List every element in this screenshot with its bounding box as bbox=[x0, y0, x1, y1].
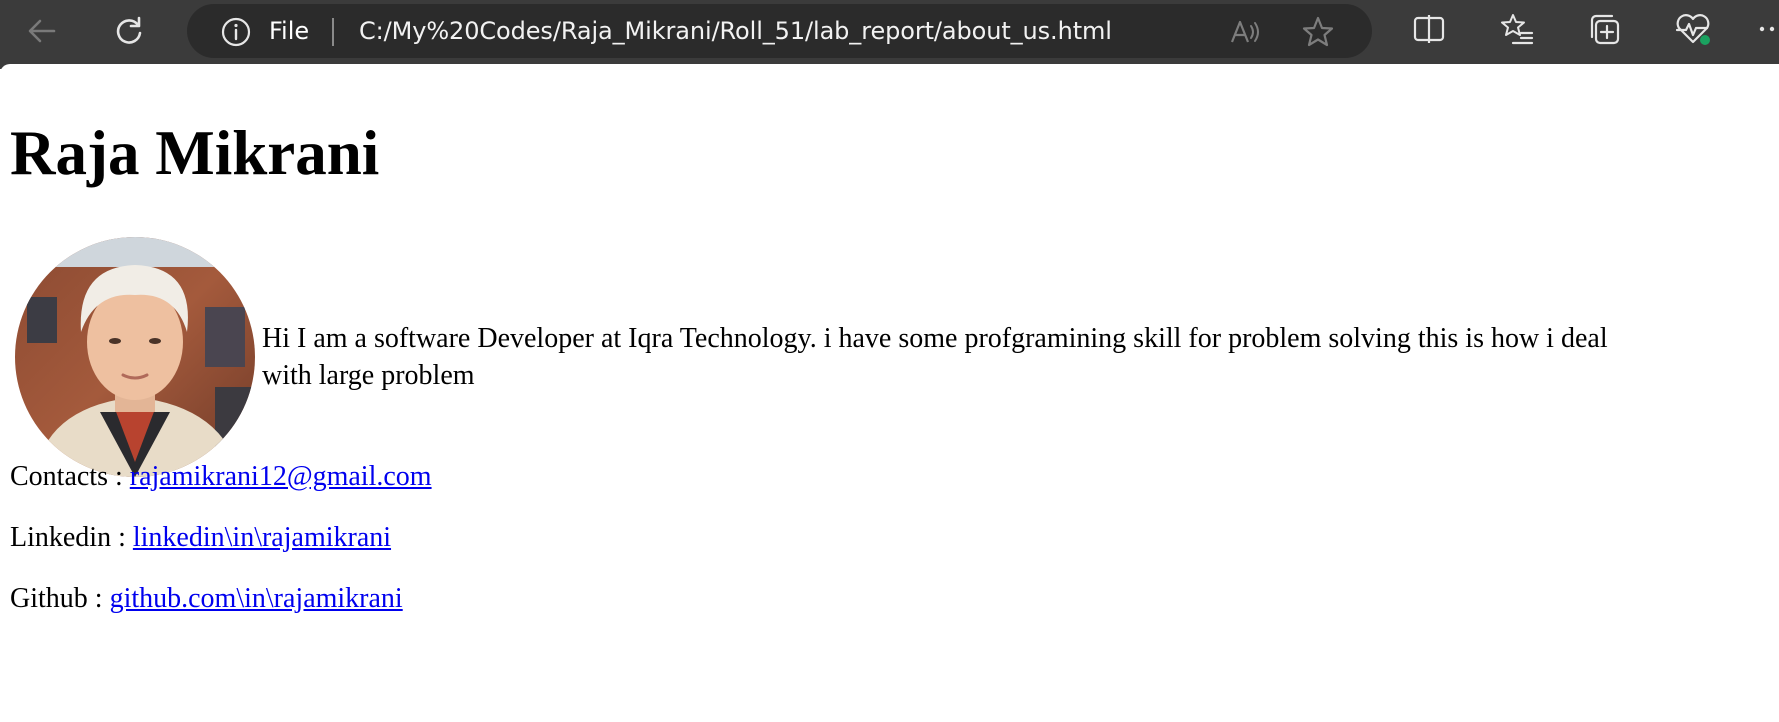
contact-row-github: Github : github.com\in\rajamikrani bbox=[10, 582, 403, 616]
collections-button[interactable] bbox=[1583, 10, 1627, 52]
linkedin-label: Linkedin : bbox=[10, 522, 133, 553]
bio-text: Hi I am a software Developer at Iqra Tec… bbox=[262, 320, 1779, 394]
address-bar[interactable]: File C:/My%20Codes/Raja_Mikrani/Roll_51/… bbox=[187, 4, 1372, 58]
contact-label: Contacts : bbox=[10, 461, 130, 492]
github-label: Github : bbox=[10, 583, 110, 614]
bio-line: Hi I am a software Developer at Iqra Tec… bbox=[262, 323, 1608, 354]
reload-button[interactable] bbox=[101, 6, 157, 56]
address-scheme-label[interactable]: File bbox=[269, 17, 309, 45]
browser-toolbar: File C:/My%20Codes/Raja_Mikrani/Roll_51/… bbox=[0, 0, 1779, 69]
address-divider bbox=[332, 18, 334, 46]
back-button[interactable] bbox=[14, 6, 70, 56]
split-screen-button[interactable] bbox=[1407, 10, 1451, 52]
more-icon bbox=[1752, 11, 1779, 52]
browser-essentials-button[interactable] bbox=[1671, 10, 1715, 52]
info-icon[interactable] bbox=[221, 17, 251, 47]
email-link[interactable]: rajamikrani12@gmail.com bbox=[130, 461, 432, 492]
contact-row-linkedin: Linkedin : linkedin\in\rajamikrani bbox=[10, 521, 391, 555]
favorites-button[interactable] bbox=[1495, 10, 1539, 52]
page-viewport bbox=[0, 64, 1779, 74]
contact-row-email: Contacts : rajamikrani12@gmail.com bbox=[10, 460, 432, 494]
github-link[interactable]: github.com\in\rajamikrani bbox=[110, 583, 403, 614]
more-button[interactable] bbox=[1752, 10, 1779, 52]
bio-line: with large problem bbox=[262, 360, 475, 391]
back-arrow-icon bbox=[24, 13, 60, 49]
url-text[interactable]: C:/My%20Codes/Raja_Mikrani/Roll_51/lab_r… bbox=[359, 17, 1112, 45]
star-icon[interactable] bbox=[1300, 14, 1336, 50]
profile-photo bbox=[15, 237, 255, 477]
collections-icon bbox=[1587, 11, 1623, 52]
reload-icon bbox=[111, 13, 147, 49]
read-aloud-icon[interactable] bbox=[1227, 14, 1263, 50]
heartbeat-icon bbox=[1673, 11, 1713, 52]
page-title: Raja Mikrani bbox=[10, 118, 380, 188]
split-screen-icon bbox=[1411, 11, 1447, 52]
linkedin-link[interactable]: linkedin\in\rajamikrani bbox=[133, 522, 391, 553]
favorites-list-icon bbox=[1499, 11, 1535, 52]
